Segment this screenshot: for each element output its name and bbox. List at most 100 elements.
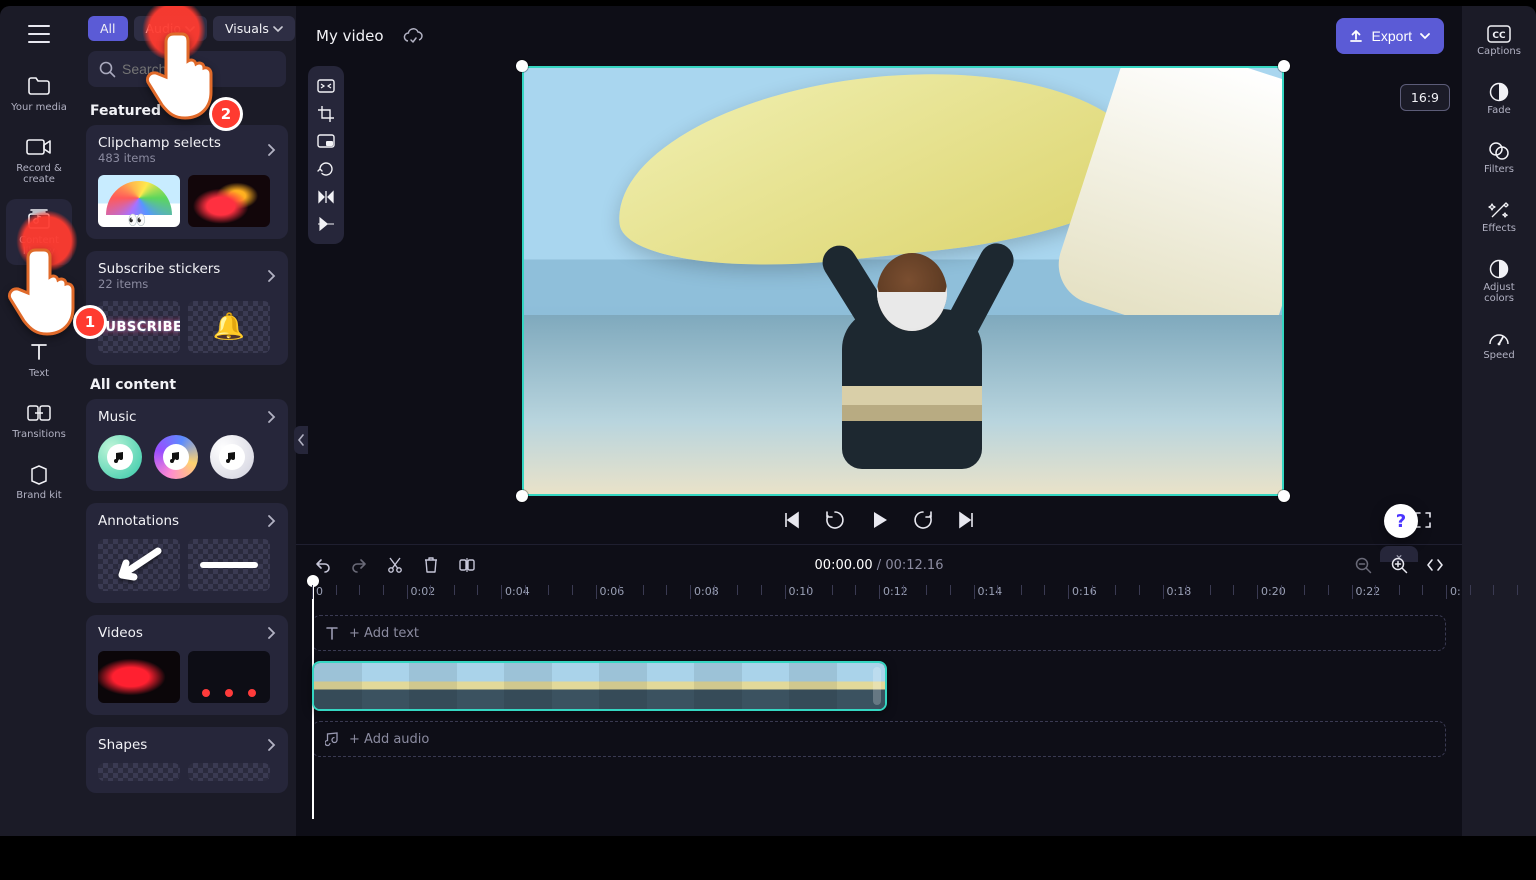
timeline-tracks: + Add text + Add audio (296, 611, 1462, 777)
ruler-tick (974, 585, 975, 599)
card-header[interactable]: Videos (98, 625, 276, 641)
export-button[interactable]: Export (1336, 18, 1444, 54)
zoom-fit-icon (1426, 557, 1444, 573)
ruler-tick (501, 585, 502, 599)
rail-content-library[interactable]: Content library (6, 199, 72, 265)
tool-rotate[interactable] (312, 159, 340, 179)
thumb-bells[interactable]: 🔔 (188, 301, 270, 353)
card-shapes: Shapes (86, 727, 288, 793)
music-category-3[interactable] (210, 435, 254, 479)
thumb-subscribe[interactable]: SUBSCRIBE (98, 301, 180, 353)
rail-brand-kit[interactable]: Brand kit (6, 454, 72, 509)
chevron-right-icon (266, 269, 276, 283)
ruler-tick (785, 585, 786, 599)
delete-button[interactable] (420, 554, 442, 576)
track-audio[interactable]: + Add audio (312, 721, 1446, 757)
help-button[interactable]: ? (1384, 504, 1418, 538)
thumb-shape-1[interactable] (98, 763, 180, 781)
rail-transitions[interactable]: Transitions (6, 393, 72, 448)
rail-label: Record & create (6, 163, 72, 185)
forward-button[interactable] (912, 509, 934, 531)
rr-filters[interactable]: Filters (1469, 132, 1529, 185)
card-header[interactable]: Subscribe stickers 22 items (98, 261, 276, 291)
thumb-video-dark[interactable] (188, 651, 270, 703)
card-title: Annotations (98, 513, 179, 529)
thumb-rainbow[interactable] (98, 175, 180, 227)
rr-fade[interactable]: Fade (1469, 73, 1529, 126)
tab-visuals[interactable]: Visuals (213, 16, 295, 41)
rail-label: Text (29, 368, 49, 379)
chevron-right-icon (266, 738, 276, 752)
ruler-label: 0:04 (505, 585, 530, 598)
tool-flip-h[interactable] (312, 187, 340, 207)
split-button[interactable] (456, 554, 478, 576)
redo-button[interactable] (348, 554, 370, 576)
thumb-red-particles[interactable] (188, 175, 270, 227)
rr-speed[interactable]: Speed (1469, 320, 1529, 371)
card-title: Music (98, 409, 136, 425)
ruler-label: 0:08 (694, 585, 719, 598)
rr-adjust-colors[interactable]: Adjust colors (1469, 250, 1529, 314)
menu-button[interactable] (19, 14, 59, 54)
arrow-icon (112, 545, 166, 585)
collapse-panel-handle[interactable] (294, 426, 308, 454)
left-rail: Your media Record & create Content libra… (0, 6, 78, 836)
preview-frame (522, 66, 1284, 496)
tab-all[interactable]: All (88, 16, 128, 41)
transport-controls (296, 496, 1462, 544)
card-header[interactable]: Annotations (98, 513, 276, 529)
zoom-fit-button[interactable] (1424, 554, 1446, 576)
project-name[interactable]: My video (306, 21, 394, 51)
chevron-right-icon (266, 410, 276, 424)
track-video[interactable] (312, 661, 1446, 711)
ruler-tick (1257, 585, 1258, 599)
preview-canvas[interactable] (522, 66, 1284, 496)
zoom-in-button[interactable] (1388, 554, 1410, 576)
video-clip[interactable] (312, 661, 887, 711)
thumb-line[interactable] (188, 539, 270, 591)
rewind-button[interactable] (824, 509, 846, 531)
skip-forward-button[interactable] (956, 511, 976, 529)
track-text[interactable]: + Add text (312, 615, 1446, 651)
card-header[interactable]: Music (98, 409, 276, 425)
tab-audio[interactable]: Audio (134, 16, 208, 41)
music-category-2[interactable] (154, 435, 198, 479)
timeline-ruler[interactable]: 00:020:040:060:080:100:120:140:160:180:2… (312, 585, 1446, 611)
cut-button[interactable] (384, 554, 406, 576)
scissors-icon (387, 556, 403, 574)
tool-flip-v[interactable] (312, 214, 340, 234)
tool-fit[interactable] (312, 76, 340, 96)
undo-button[interactable] (312, 554, 334, 576)
card-title: Subscribe stickers (98, 261, 220, 277)
audio-icon (325, 731, 339, 747)
music-category-1[interactable] (98, 435, 142, 479)
ruler-tick (690, 585, 691, 599)
selection-handle-tl[interactable] (516, 60, 528, 72)
search-icon (98, 60, 116, 78)
search-input[interactable] (88, 51, 286, 87)
card-header[interactable]: Shapes (98, 737, 276, 753)
rr-effects[interactable]: Effects (1469, 191, 1529, 244)
speed-icon (1487, 328, 1511, 348)
rail-your-media[interactable]: Your media (6, 66, 72, 121)
selection-handle-tr[interactable] (1278, 60, 1290, 72)
rail-record-create[interactable]: Record & create (6, 127, 72, 193)
card-music: Music (86, 399, 288, 491)
zoom-out-button[interactable] (1352, 554, 1374, 576)
skip-back-button[interactable] (782, 511, 802, 529)
play-button[interactable] (868, 509, 890, 531)
redo-icon (350, 557, 368, 573)
skip-back-icon (782, 511, 802, 529)
cloud-sync-icon[interactable] (402, 27, 424, 45)
thumb-video-red[interactable] (98, 651, 180, 703)
zoom-in-icon (1390, 556, 1408, 574)
tool-pip[interactable] (312, 131, 340, 151)
rail-text[interactable]: Text (6, 332, 72, 387)
thumb-arrow[interactable] (98, 539, 180, 591)
text-icon (325, 625, 339, 641)
thumb-shape-2[interactable] (188, 763, 270, 781)
tool-crop[interactable] (312, 104, 340, 124)
card-header[interactable]: Clipchamp selects 483 items (98, 135, 276, 165)
ruler-label: 0:06 (600, 585, 625, 598)
rr-captions[interactable]: CC Captions (1469, 16, 1529, 67)
